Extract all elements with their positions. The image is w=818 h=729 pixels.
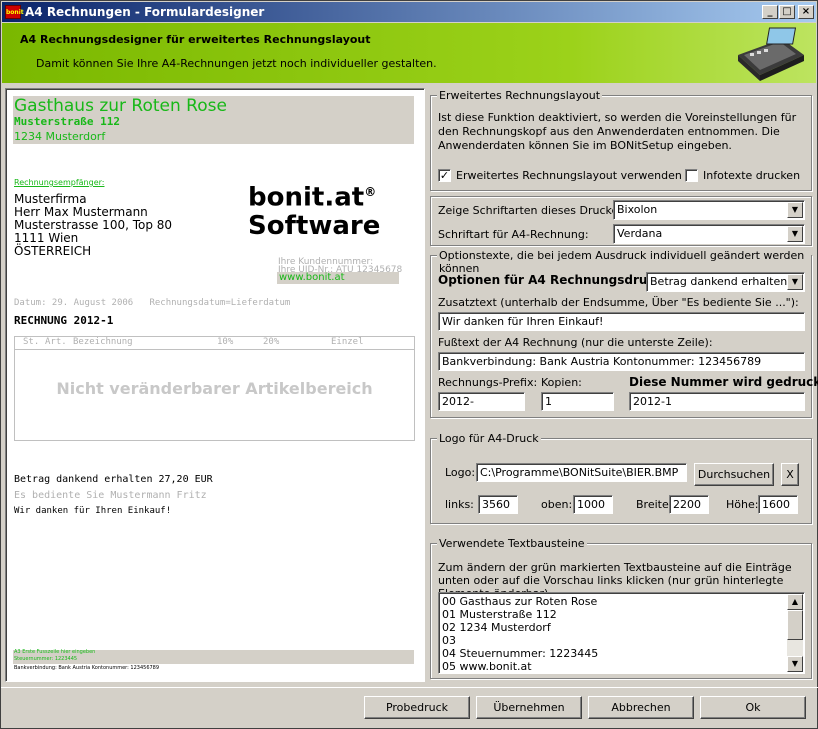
header-banner: A4 Rechnungsdesigner für erweitertes Rec… — [2, 23, 816, 83]
extended-layout-title: Erweitertes Rechnungslayout — [437, 89, 603, 102]
preview-city[interactable]: 1234 Musterdorf — [14, 130, 105, 143]
app-icon: bonit — [5, 5, 24, 19]
footer-line-2[interactable]: Steuernummer: 1223445 — [14, 656, 77, 662]
logo-label: Logo: — [445, 466, 476, 479]
info-texts-label[interactable]: Infotexte drucken — [703, 169, 800, 182]
window: bonit A4 Rechnungen - Formulardesigner _… — [0, 0, 818, 729]
test-print-button[interactable]: Probedruck — [364, 696, 470, 719]
footer-text-label: Fußtext der A4 Rechnung (nur die unterst… — [438, 336, 713, 349]
left-input[interactable]: 3560 — [478, 495, 518, 514]
pos-terminal-icon — [738, 27, 804, 81]
col-st: St. — [23, 337, 40, 347]
footer-line-1[interactable]: A3 Erste Fusszeile hier eingeben — [14, 649, 95, 655]
cancel-button[interactable]: Abbrechen — [588, 696, 694, 719]
font-select[interactable]: Verdana ▼ — [613, 224, 805, 244]
list-scrollbar[interactable]: ▲ ▼ — [787, 594, 803, 672]
recipient-label: Rechnungsempfänger: — [14, 178, 105, 187]
font-label: Schriftart für A4-Rechnung: — [438, 228, 589, 241]
served-by: Es bediente Sie Mustermann Fritz — [14, 490, 207, 501]
list-item[interactable]: 00 Gasthaus zur Roten Rose — [442, 595, 598, 608]
chevron-down-icon[interactable]: ▼ — [787, 274, 803, 290]
bonit-logo[interactable]: bonit.at® Software — [248, 178, 393, 240]
top-label: oben: — [541, 498, 573, 511]
extra-text-input[interactable]: Wir danken für Ihren Einkauf! — [438, 312, 805, 331]
close-icon[interactable]: × — [798, 5, 814, 19]
width-label: Breite: — [636, 498, 673, 511]
height-label: Höhe: — [726, 498, 759, 511]
scroll-up-icon[interactable]: ▲ — [787, 594, 803, 610]
amount-line: Betrag dankend erhalten 27,20 EUR — [14, 474, 213, 485]
col-desc: Bezeichnung — [73, 337, 133, 347]
use-extended-checkbox[interactable]: ✓ — [438, 169, 451, 182]
height-input[interactable]: 1600 — [758, 495, 798, 514]
extended-info: Ist diese Funktion deaktiviert, so werde… — [438, 111, 797, 152]
chevron-down-icon[interactable]: ▼ — [787, 226, 803, 242]
number-label: Diese Nummer wird gedruckt: — [629, 375, 818, 389]
info-texts-checkbox[interactable] — [685, 169, 698, 182]
footer-text-input[interactable]: Bankverbindung: Bank Austria Kontonummer… — [438, 352, 805, 371]
col-einzel: Einzel — [331, 337, 364, 347]
logo-group-title: Logo für A4-Druck — [437, 432, 541, 445]
preview-website[interactable]: www.bonit.at — [279, 272, 345, 283]
header-title: A4 Rechnungsdesigner für erweitertes Rec… — [20, 33, 371, 46]
left-label: links: — [445, 498, 474, 511]
width-input[interactable]: 2200 — [669, 495, 709, 514]
use-extended-label[interactable]: Erweitertes Rechnungslayout verwenden — [456, 169, 682, 182]
apply-button[interactable]: Übernehmen — [476, 696, 582, 719]
title-bar: bonit A4 Rechnungen - Formulardesigner _… — [2, 2, 816, 22]
options-label: Optionen für A4 Rechnungsdruck: — [438, 273, 668, 287]
chevron-down-icon[interactable]: ▼ — [787, 202, 803, 218]
scroll-thumb[interactable] — [787, 610, 803, 640]
list-item[interactable]: 04 Steuernummer: 1223445 — [442, 647, 598, 660]
prefix-label: Rechnungs-Prefix: — [438, 376, 538, 389]
top-input[interactable]: 1000 — [573, 495, 613, 514]
textblocks-list[interactable]: 00 Gasthaus zur Roten Rose 01 Musterstra… — [438, 592, 805, 674]
list-item[interactable]: 02 1234 Musterdorf — [442, 621, 598, 634]
invoice-preview[interactable]: Gasthaus zur Roten Rose Musterstraße 112… — [5, 88, 425, 682]
bottom-divider — [1, 687, 818, 688]
list-item[interactable]: 03 — [442, 634, 598, 647]
thanks-line: Wir danken für Ihren Einkauf! — [14, 506, 172, 516]
footer-line-3: Bankverbindung: Bank Austria Kontonummer… — [14, 665, 160, 671]
article-area-label: Nicht veränderbarer Artikelbereich — [56, 379, 373, 398]
textblocks-title: Verwendete Textbausteine — [437, 537, 587, 550]
window-title: A4 Rechnungen - Formulardesigner — [25, 5, 265, 19]
col-art: Art. — [45, 337, 67, 347]
copies-label: Kopien: — [541, 376, 582, 389]
col-10: 10% — [217, 337, 234, 347]
minimize-icon[interactable]: _ — [762, 5, 778, 19]
article-table: St. Art. Bezeichnung 10% 20% Einzel Nich… — [14, 336, 415, 441]
prefix-input[interactable]: 2012- — [438, 392, 525, 411]
printer-fonts-label: Zeige Schriftarten dieses Druckers: — [438, 204, 633, 217]
recipient-address: Musterfirma Herr Max Mustermann Musterst… — [14, 192, 173, 258]
number-output: 2012-1 — [629, 392, 805, 411]
extra-text-label: Zusatztext (unterhalb der Endsumme, Über… — [438, 296, 799, 309]
printer-select[interactable]: Bixolon ▼ — [613, 200, 805, 220]
browse-button[interactable]: Durchsuchen — [694, 463, 774, 486]
options-select[interactable]: Betrag dankend erhalten ▼ — [646, 272, 805, 292]
maximize-icon[interactable]: □ — [779, 5, 795, 19]
ok-button[interactable]: Ok — [700, 696, 806, 719]
preview-company[interactable]: Gasthaus zur Roten Rose — [14, 96, 227, 116]
header-subtitle: Damit können Sie Ihre A4-Rechnungen jetz… — [36, 57, 437, 70]
preview-street[interactable]: Musterstraße 112 — [14, 115, 120, 128]
list-item[interactable]: 01 Musterstraße 112 — [442, 608, 598, 621]
invoice-title: RECHNUNG 2012-1 — [14, 314, 114, 327]
col-20: 20% — [263, 337, 280, 347]
date-line: Datum: 29. August 2006 Rechnungsdatum=Li… — [14, 298, 291, 308]
logo-path-input[interactable]: C:\Programme\BONitSuite\BIER.BMP — [476, 463, 687, 482]
list-item[interactable]: 05 www.bonit.at — [442, 660, 598, 673]
clear-logo-button[interactable]: X — [781, 463, 799, 486]
copies-input[interactable]: 1 — [541, 392, 614, 411]
scroll-down-icon[interactable]: ▼ — [787, 656, 803, 672]
